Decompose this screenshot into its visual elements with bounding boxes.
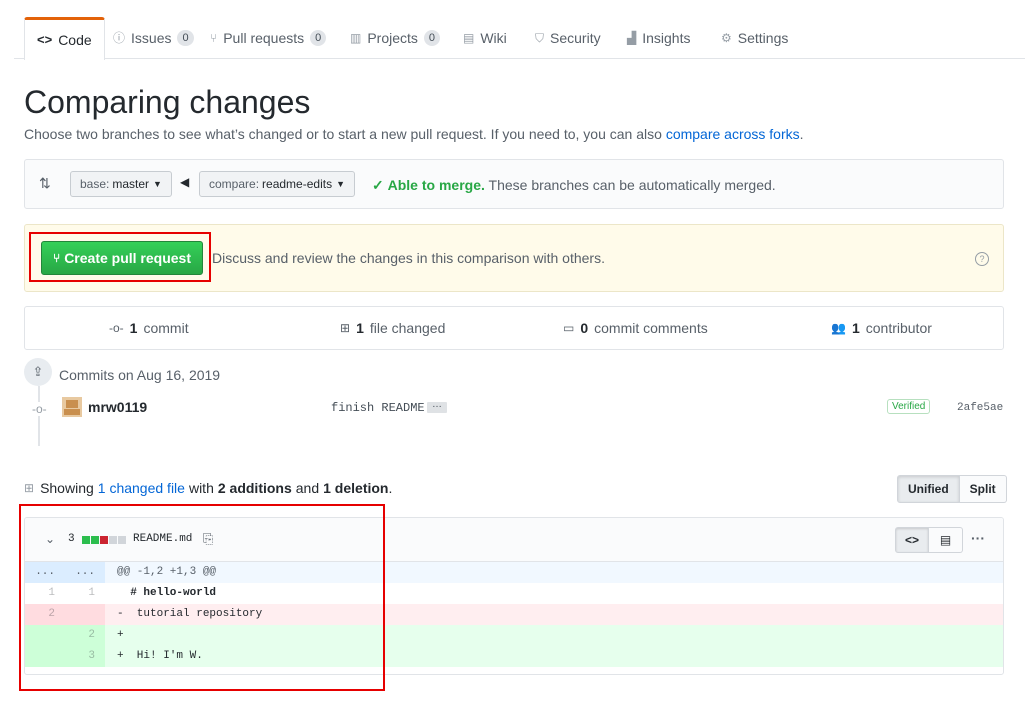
verified-badge[interactable]: Verified	[887, 399, 931, 414]
merge-status-label: Able to merge.	[387, 177, 485, 193]
caret-down-icon: ▼	[153, 179, 162, 189]
split-button[interactable]: Split	[959, 475, 1007, 503]
diff-summary: ⊞ Showing 1 changed file with 2 addition…	[24, 480, 392, 496]
page-title: Comparing changes	[24, 84, 311, 120]
page-subtitle: Choose two branches to see what’s change…	[24, 126, 804, 142]
compare-branch-select[interactable]: compare: readme-edits ▼	[199, 171, 355, 197]
subtitle-text: Choose two branches to see what’s change…	[24, 126, 662, 142]
commit-comments-count[interactable]: ▭ 0 commit comments	[563, 320, 708, 336]
commits-label: commit	[143, 320, 189, 336]
issue-icon: ⓘ	[113, 31, 126, 45]
files-num: 1	[356, 320, 364, 336]
commits-count[interactable]: -o- 1 commit	[109, 320, 189, 336]
graph-icon: ▟	[627, 31, 637, 45]
commits-num: 1	[129, 320, 138, 336]
tab-issues[interactable]: ⓘ Issues 0	[113, 18, 194, 58]
commit-date: Commits on Aug 16, 2019	[59, 367, 221, 383]
issues-count: 0	[177, 30, 194, 46]
book-icon: ▤	[463, 31, 475, 45]
commit-message[interactable]: finish README	[331, 401, 425, 415]
tab-wiki[interactable]: ▤ Wiki	[463, 18, 507, 58]
files-changed-count[interactable]: ⊞ 1 file changed	[340, 320, 445, 336]
tab-code[interactable]: <> Code	[24, 17, 105, 60]
repo-nav: <> Code ⓘ Issues 0 ⑂ Pull requests 0 ▥ P…	[14, 17, 1025, 60]
commit-icon: -o-	[109, 321, 124, 335]
tab-projects-label: Projects	[367, 30, 418, 46]
arrow-left-icon: ◀	[180, 175, 190, 189]
timeline-line	[38, 386, 40, 446]
highlight-box-create-pr	[29, 232, 211, 282]
comments-num: 0	[580, 320, 589, 336]
highlight-box-diff	[19, 504, 385, 691]
contributors-label: contributor	[865, 320, 932, 336]
changed-files-link[interactable]: 1 changed file	[98, 480, 185, 496]
compare-value: readme-edits	[262, 177, 333, 191]
caret-down-icon: ▼	[336, 179, 345, 189]
rich-diff-button[interactable]: ▤	[929, 527, 963, 553]
summary-and: and	[295, 480, 320, 496]
contributors-count[interactable]: 👥 1 contributor	[831, 320, 932, 336]
tab-insights[interactable]: ▟ Insights	[627, 18, 690, 58]
summary-end: .	[388, 480, 393, 496]
base-prefix: base:	[80, 177, 110, 191]
file-diff-icon: ⊞	[340, 321, 351, 335]
flash-text: Discuss and review the changes in this c…	[212, 250, 605, 266]
gear-icon: ⚙	[721, 31, 732, 45]
tab-issues-label: Issues	[131, 30, 172, 46]
file-icon: ▤	[939, 533, 952, 547]
merge-status: ✓ Able to merge. These branches can be a…	[372, 177, 776, 194]
range-editor: ⇅ base: master ▼ ◀ compare: readme-edits…	[24, 159, 1004, 209]
commit-sha[interactable]: 2afe5ae	[957, 402, 1003, 414]
avatar[interactable]	[62, 397, 82, 417]
tab-insights-label: Insights	[642, 30, 691, 46]
shield-icon: ⛉	[535, 31, 545, 45]
question-icon[interactable]: ?	[975, 252, 989, 266]
summary-deletions: 1 deletion	[323, 480, 389, 496]
merge-status-detail: These branches can be automatically merg…	[488, 177, 776, 193]
diff-view-toggle: Unified Split	[897, 475, 1007, 503]
base-value: master	[112, 177, 150, 191]
numbers-summary: -o- 1 commit ⊞ 1 file changed ▭ 0 commit…	[24, 306, 1004, 350]
summary-with: with	[188, 480, 214, 496]
people-icon: 👥	[831, 321, 846, 335]
subtitle-end: .	[799, 126, 804, 142]
base-branch-select[interactable]: base: master ▼	[70, 171, 172, 197]
tab-projects[interactable]: ▥ Projects 0	[350, 18, 441, 58]
pull-requests-count: 0	[310, 30, 327, 46]
tab-settings-label: Settings	[737, 30, 789, 46]
tab-pull-requests[interactable]: ⑂ Pull requests 0	[210, 18, 327, 58]
unified-button[interactable]: Unified	[897, 475, 960, 503]
files-label: file changed	[369, 320, 446, 336]
summary-additions: 2 additions	[217, 480, 292, 496]
code-icon: <>	[37, 32, 53, 47]
comments-label: commit comments	[594, 320, 708, 336]
contributors-num: 1	[851, 320, 860, 336]
file-view-toggle: <> ▤	[895, 527, 963, 553]
tab-pull-requests-label: Pull requests	[223, 30, 305, 46]
tab-settings[interactable]: ⚙ Settings	[721, 18, 788, 58]
project-icon: ▥	[350, 31, 362, 45]
compare-across-forks-link[interactable]: compare across forks	[666, 126, 800, 142]
commit-dot-icon: -o-	[32, 402, 47, 416]
code-icon: <>	[904, 533, 919, 547]
file-diff-icon: ⊞	[24, 481, 35, 495]
compare-prefix: compare:	[209, 177, 260, 191]
pull-request-icon: ⑂	[210, 31, 218, 45]
source-diff-button[interactable]: <>	[895, 527, 929, 553]
comment-icon: ▭	[563, 321, 575, 335]
check-icon: ✓	[372, 177, 384, 193]
kebab-horizontal-icon[interactable]: ···	[971, 530, 985, 546]
tab-code-label: Code	[58, 32, 92, 48]
tab-security-label: Security	[550, 30, 601, 46]
tab-security[interactable]: ⛉ Security	[535, 18, 601, 58]
summary-prefix: Showing	[40, 480, 94, 496]
git-compare-icon: ⇅	[39, 175, 51, 191]
commit-expand-button[interactable]: …	[427, 400, 447, 413]
repo-push-icon: ⇪	[24, 358, 52, 386]
projects-count: 0	[423, 30, 441, 46]
commit-author[interactable]: mrw0119	[88, 399, 147, 415]
tab-wiki-label: Wiki	[480, 30, 507, 46]
